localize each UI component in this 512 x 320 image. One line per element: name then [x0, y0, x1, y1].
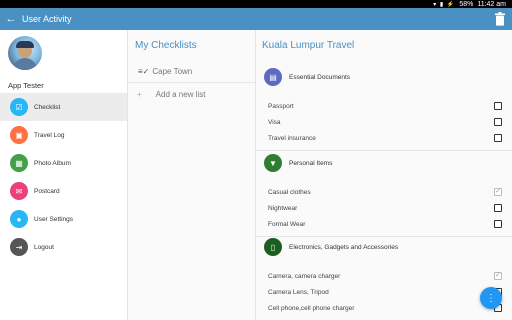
checklist-title: Kuala Lumpur Travel	[262, 40, 355, 51]
checklist-item[interactable]: Camera, camera charger ✓	[256, 268, 512, 284]
battery-level: 58%	[459, 0, 474, 8]
section-header[interactable]: ▯ Electronics, Gadgets and Accessories	[256, 232, 512, 262]
more-options-button[interactable]: ⋮	[480, 287, 502, 309]
phone-icon: ▯	[264, 238, 282, 256]
checkbox[interactable]: ✓	[494, 272, 502, 280]
travel-log-icon: ▣	[10, 126, 28, 144]
avatar[interactable]	[8, 36, 42, 70]
add-list-button[interactable]: + Add a new list	[128, 83, 255, 105]
checklist-item-label: Formal Wear	[268, 220, 306, 228]
list-item[interactable]: ≡✓ Cape Town	[128, 61, 255, 83]
checklist-item-label: Casual clothes	[268, 188, 311, 196]
checklist-item-label: Cell phone,cell phone charger	[268, 304, 355, 312]
list-icon: ≡✓	[138, 67, 150, 76]
checklist-item[interactable]: Casual clothes ✓	[256, 184, 512, 200]
logout-icon: ⇥	[10, 238, 28, 256]
section-title: Electronics, Gadgets and Accessories	[289, 243, 399, 251]
app-bar-title: User Activity	[22, 14, 72, 24]
drawer-menu: ☑ Checklist ▣ Travel Log ▦ Photo Album ✉ Postca…	[0, 93, 127, 261]
checkbox[interactable]	[494, 118, 502, 126]
checklist-item-label: Camera Lens, Tripod	[268, 288, 329, 296]
checklist-item-label: Nightwear	[268, 204, 298, 212]
drawer-item-label: User Settings	[34, 215, 74, 223]
user-icon: ●	[10, 210, 28, 228]
checklist-item[interactable]: Visa	[256, 114, 512, 130]
checklist-item[interactable]: Travel insurance	[256, 130, 512, 146]
drawer-item-label: Photo Album	[34, 159, 71, 167]
back-arrow-icon[interactable]: ←	[0, 13, 22, 25]
checklist-item-label: Passport	[268, 102, 294, 110]
checklist-item[interactable]: Nightwear	[256, 200, 512, 216]
status-bar: ▾ ▮ ⚡ 58% 11:42 am	[0, 0, 512, 8]
signal-icons: ▾ ▮ ⚡	[433, 1, 456, 8]
more-vert-icon: ⋮	[486, 292, 496, 304]
checkbox[interactable]	[494, 220, 502, 228]
checklist-item[interactable]: Camera Lens, Tripod	[256, 284, 512, 300]
checklists-panel: My Checklists ≡✓ Cape Town + Add a new l…	[128, 30, 256, 320]
section-title: Personal Items	[289, 159, 333, 167]
drawer-item-label: Postcard	[34, 187, 60, 195]
checklist-item-label: Camera, camera charger	[268, 272, 341, 280]
drawer-item-label: Travel Log	[34, 131, 65, 139]
drawer-item-logout[interactable]: ⇥ Logout	[0, 233, 127, 261]
checkbox[interactable]	[494, 134, 502, 142]
checklists-title: My Checklists	[135, 40, 197, 51]
drawer-item-photo-album[interactable]: ▦ Photo Album	[0, 149, 127, 177]
checkbox[interactable]	[494, 102, 502, 110]
add-list-label: Add a new list	[155, 89, 206, 99]
plus-icon: +	[137, 89, 142, 99]
clock: 11:42 am	[477, 0, 506, 8]
checklist-item-label: Visa	[268, 118, 281, 126]
username: App Tester	[8, 81, 44, 90]
app-bar: ← User Activity	[0, 8, 512, 30]
photo-album-icon: ▦	[10, 154, 28, 172]
drawer-item-checklist[interactable]: ☑ Checklist	[0, 93, 127, 121]
shirt-icon: ▼	[264, 154, 282, 172]
document-icon: ▤	[264, 68, 282, 86]
drawer-item-postcard[interactable]: ✉ Postcard	[0, 177, 127, 205]
checklist-item-label: Travel insurance	[268, 134, 316, 142]
section-title: Essential Documents	[289, 73, 351, 81]
section-header[interactable]: ▼ Personal Items	[256, 148, 512, 178]
checklist-item[interactable]: Cell phone,cell phone charger	[256, 300, 512, 316]
postcard-icon: ✉	[10, 182, 28, 200]
list-item-label: Cape Town	[152, 67, 193, 76]
section-header[interactable]: ▤ Essential Documents	[256, 62, 512, 92]
checklist-item[interactable]: Formal Wear	[256, 216, 512, 232]
checklist-detail: Kuala Lumpur Travel ▤ Essential Documents…	[256, 30, 512, 320]
checkbox[interactable]: ✓	[494, 188, 502, 196]
navigation-drawer: App Tester ☑ Checklist ▣ Travel Log ▦ Photo A…	[0, 30, 128, 320]
drawer-item-label: Logout	[34, 243, 54, 251]
checklist-item[interactable]: Passport	[256, 98, 512, 114]
checklist-icon: ☑	[10, 98, 28, 116]
drawer-item-user-settings[interactable]: ● User Settings	[0, 205, 127, 233]
drawer-item-label: Checklist	[34, 103, 61, 111]
drawer-item-travel-log[interactable]: ▣ Travel Log	[0, 121, 127, 149]
trash-icon[interactable]	[494, 12, 506, 26]
checkbox[interactable]	[494, 204, 502, 212]
